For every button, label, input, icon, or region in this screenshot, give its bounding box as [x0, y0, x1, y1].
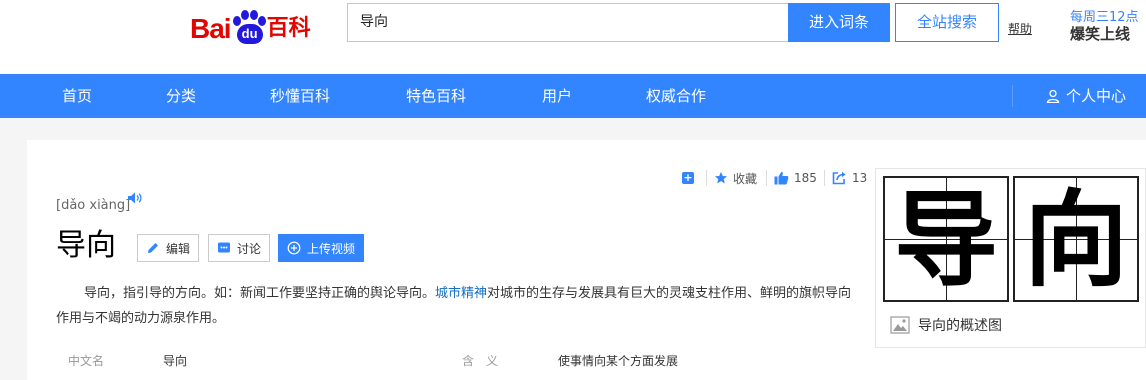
- nav-item-featured[interactable]: 特色百科: [406, 74, 466, 118]
- like-count: 185: [794, 171, 817, 185]
- nav-item-users[interactable]: 用户: [542, 74, 572, 118]
- info-label-name: 中文名: [68, 354, 105, 368]
- collect-button[interactable]: 收藏: [714, 168, 757, 188]
- like-button[interactable]: 185: [774, 168, 817, 188]
- user-icon: [1046, 89, 1060, 103]
- divider: [706, 170, 707, 186]
- speaker-icon[interactable]: [128, 192, 142, 204]
- discuss-label: 讨论: [237, 241, 262, 256]
- add-circle-icon: [287, 241, 301, 255]
- image-caption[interactable]: 导向的概述图: [890, 315, 1002, 335]
- upload-video-label: 上传视频: [307, 241, 356, 256]
- share-count: 13: [852, 171, 868, 185]
- star-icon: [715, 172, 727, 184]
- thumbs-up-icon: [774, 171, 789, 185]
- logo-du-text: du: [236, 24, 263, 44]
- comment-icon: [218, 242, 230, 253]
- upload-video-button[interactable]: 上传视频: [278, 234, 365, 262]
- promo-link-line2[interactable]: 爆笑上线: [1070, 23, 1130, 44]
- user-center-link[interactable]: 个人中心: [1046, 74, 1126, 118]
- summary-text-1: 导向，指引导的方向。如：新闻工作要坚持正确的舆论导向。: [84, 286, 436, 301]
- logo-bai-text: Bai: [190, 13, 232, 44]
- nav-item-category[interactable]: 分类: [166, 74, 196, 118]
- discuss-button[interactable]: 讨论: [208, 234, 271, 262]
- nav-divider: [1012, 85, 1013, 107]
- info-value-name: 导向: [163, 354, 188, 368]
- caption-text: 导向的概述图: [918, 318, 1002, 334]
- site-search-button[interactable]: 全站搜索: [895, 3, 999, 42]
- add-icon: +: [682, 171, 694, 184]
- city-spirit-link[interactable]: 城市精神: [435, 286, 487, 301]
- share-button[interactable]: 13: [832, 168, 867, 188]
- entry-pinyin: [dǎo xiàng]: [56, 198, 131, 213]
- search-input[interactable]: 导向: [347, 3, 788, 42]
- info-value-meaning: 使事情向某个方面发展: [558, 354, 679, 368]
- user-center-label: 个人中心: [1066, 87, 1127, 105]
- pencil-icon: [148, 243, 158, 253]
- divider: [766, 170, 767, 186]
- share-icon: [832, 171, 846, 185]
- info-label-meaning: 含 义: [462, 354, 499, 368]
- logo-baike-text: 百科: [266, 16, 311, 41]
- divider: [824, 170, 825, 186]
- char-1: 导: [893, 179, 998, 301]
- paw-icon: du: [232, 10, 266, 46]
- char-2: 向: [1023, 179, 1128, 301]
- image-icon: [890, 316, 910, 334]
- nav-item-home[interactable]: 首页: [62, 74, 92, 118]
- edit-button[interactable]: 编辑: [137, 234, 200, 262]
- summary-image-box[interactable]: 导 向 导向的概述图: [875, 168, 1146, 348]
- char-grid-2: 向: [1013, 176, 1139, 302]
- enter-entry-button[interactable]: 进入词条: [788, 3, 890, 42]
- entry-summary: 导向，指引导的方向。如：新闻工作要坚持正确的舆论导向。城市精神对城市的生存与发展…: [56, 281, 856, 331]
- page-title: 导向: [56, 228, 116, 263]
- baidu-baike-logo[interactable]: Bai du 百科: [190, 6, 311, 46]
- collect-label: 收藏: [733, 171, 758, 186]
- main-nav: 首页 分类 秒懂百科 特色百科 用户 权威合作 个人中心: [0, 74, 1146, 118]
- nav-item-second-baike[interactable]: 秒懂百科: [270, 74, 330, 118]
- nav-item-partnership[interactable]: 权威合作: [646, 74, 706, 118]
- help-link[interactable]: 帮助: [1008, 20, 1032, 37]
- char-grid-1: 导: [883, 176, 1009, 302]
- edit-label: 编辑: [166, 241, 191, 256]
- add-button[interactable]: +: [682, 168, 694, 188]
- site-header: Bai du 百科 导向 进入词条 全站搜索 帮助 每周三12点 爆笑上线: [0, 0, 1146, 74]
